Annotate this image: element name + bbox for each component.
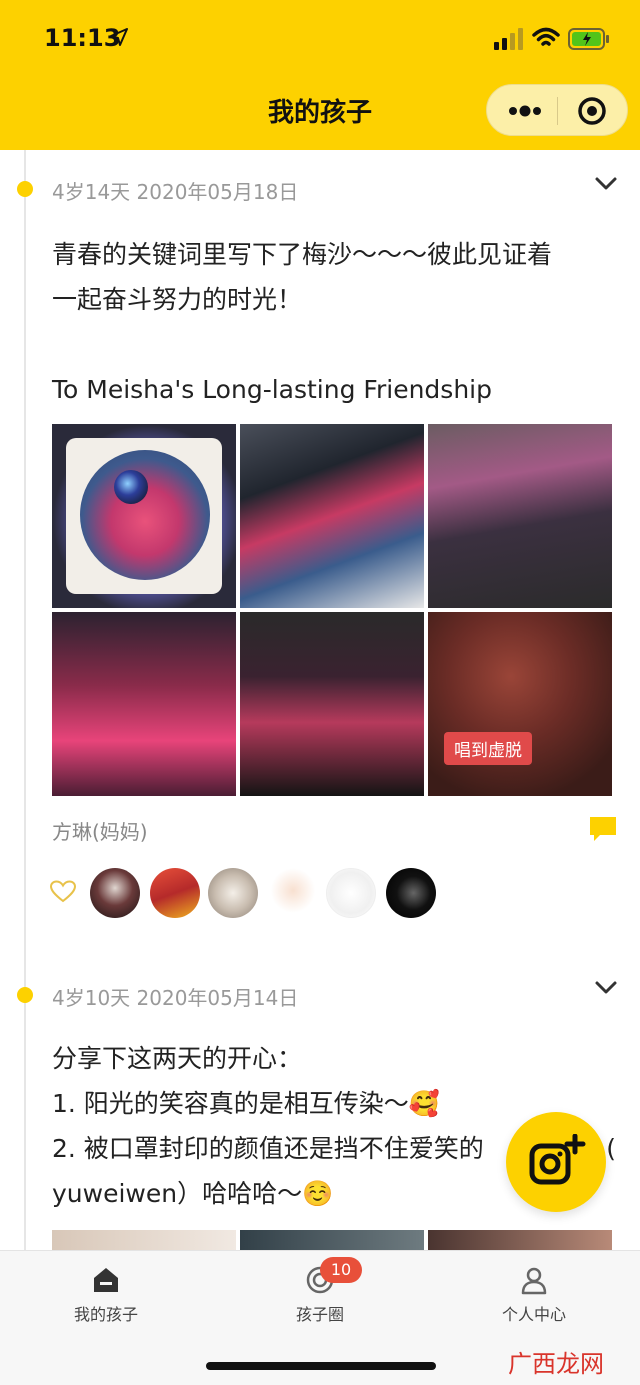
comment-icon[interactable] [588, 814, 618, 844]
tab-label: 个人中心 [501, 1305, 566, 1324]
notification-badge: 10 [320, 1257, 362, 1283]
post-photo[interactable] [52, 1230, 236, 1252]
post-photo[interactable] [240, 424, 424, 608]
more-icon[interactable] [505, 99, 545, 123]
target-icon[interactable] [577, 96, 607, 126]
post-photo[interactable] [52, 424, 236, 608]
post-meta: 4岁14天 2020年05月18日 [52, 180, 299, 204]
post-text-line: To Meisha's Long-lasting Friendship [52, 375, 492, 404]
person-icon [521, 1267, 547, 1295]
tab-label: 我的孩子 [73, 1305, 138, 1324]
post-photo[interactable] [428, 1230, 612, 1252]
timeline-dot [17, 987, 33, 1003]
status-time: 11:13 [44, 24, 121, 52]
post-text: 青春的关键词里写下了梅沙～～～彼此见证着 一起奋斗努力的时光！ To Meish… [52, 232, 616, 412]
chevron-down-icon[interactable] [594, 980, 618, 996]
mini-program-capsule [486, 84, 628, 136]
timeline-line [24, 150, 26, 1250]
avatar[interactable] [268, 868, 318, 918]
header-bar: 11:13 我的孩子 [0, 0, 640, 150]
cake-disc [80, 450, 210, 580]
heart-icon[interactable] [50, 880, 76, 904]
post-text-spacer [52, 322, 616, 367]
timeline-dot [17, 181, 33, 197]
signal-icon [494, 28, 523, 50]
post-text-fragment: ( [606, 1134, 616, 1163]
tab-personal-center[interactable]: 个人中心 [464, 1265, 604, 1325]
cake-box [66, 438, 222, 594]
cake-planet [114, 470, 148, 504]
chevron-down-icon[interactable] [594, 176, 618, 192]
camera-add-icon [529, 1134, 586, 1185]
home-icon [94, 1268, 118, 1292]
post-photo[interactable]: 唱到虚脱 [428, 612, 612, 796]
wifi-icon [532, 27, 560, 46]
avatar[interactable] [208, 868, 258, 918]
post-text-line: 一起奋斗努力的时光！ [52, 285, 303, 314]
post-text-line: 分享下这两天的开心： [52, 1044, 303, 1073]
add-photo-button[interactable] [506, 1112, 606, 1212]
avatar[interactable] [90, 868, 140, 918]
watermark-text: 广西龙网 [508, 1350, 604, 1378]
avatar[interactable] [150, 868, 200, 918]
post-photo[interactable] [240, 1230, 424, 1252]
tab-label: 孩子圈 [295, 1305, 344, 1324]
avatar[interactable] [386, 868, 436, 918]
home-indicator [206, 1362, 436, 1370]
location-arrow-icon [110, 28, 128, 46]
post-author: 方琳(妈妈) [52, 820, 148, 844]
post-photo[interactable] [240, 612, 424, 796]
post-meta: 4岁10天 2020年05月14日 [52, 986, 299, 1010]
photo-caption-tag: 唱到虚脱 [444, 732, 532, 765]
post-photo[interactable] [428, 424, 612, 608]
post-text-line: 青春的关键词里写下了梅沙～～～彼此见证着 [52, 240, 553, 269]
avatar[interactable] [326, 868, 376, 918]
post-photo[interactable] [52, 612, 236, 796]
tab-my-child[interactable]: 我的孩子 [36, 1265, 176, 1325]
capsule-divider [557, 97, 558, 125]
battery-icon [568, 28, 609, 50]
post-text-fragment: 2. 被口罩封印的颜值还是挡不住爱笑的 [52, 1134, 484, 1163]
